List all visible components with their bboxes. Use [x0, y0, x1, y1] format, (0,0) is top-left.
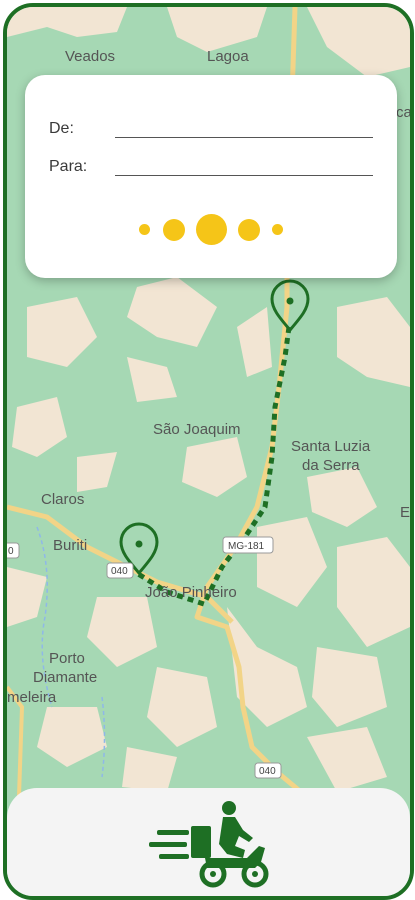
- loading-dot: [163, 219, 185, 241]
- loading-dot: [196, 214, 227, 245]
- from-input[interactable]: [115, 115, 373, 138]
- to-label: Para:: [49, 158, 88, 175]
- place-label: Lagoa: [207, 48, 249, 65]
- road-shield: 040: [111, 566, 128, 577]
- delivery-scooter-icon[interactable]: [147, 800, 271, 888]
- road-shield: 040: [259, 766, 276, 777]
- from-label: De:: [49, 120, 74, 137]
- loading-dot: [238, 219, 260, 241]
- place-label: Porto: [49, 650, 85, 667]
- place-label: ca: [396, 104, 410, 121]
- place-label: São Joaquim: [153, 421, 241, 438]
- loading-dot: [139, 224, 150, 235]
- place-label: Buriti: [53, 537, 87, 554]
- place-label: Claros: [41, 491, 84, 508]
- place-label: Diamante: [33, 669, 97, 686]
- road-shield: 0: [8, 546, 14, 557]
- road-shield: MG-181: [228, 541, 265, 552]
- route-card: De: Para:: [25, 75, 397, 278]
- place-label: Veados: [65, 48, 115, 65]
- phone-frame: Veados Lagoa São Joaquim Santa Luzia da …: [3, 3, 414, 900]
- place-label: Santa Luzia: [291, 438, 371, 455]
- bottom-bar: [7, 788, 410, 896]
- to-input[interactable]: [115, 153, 373, 176]
- place-label: João Pinheiro: [145, 584, 237, 601]
- loading-dot: [272, 224, 283, 235]
- place-label: da Serra: [302, 457, 360, 474]
- place-label: E: [400, 504, 410, 521]
- place-label: meleira: [7, 689, 57, 706]
- loading-dots: [25, 213, 397, 247]
